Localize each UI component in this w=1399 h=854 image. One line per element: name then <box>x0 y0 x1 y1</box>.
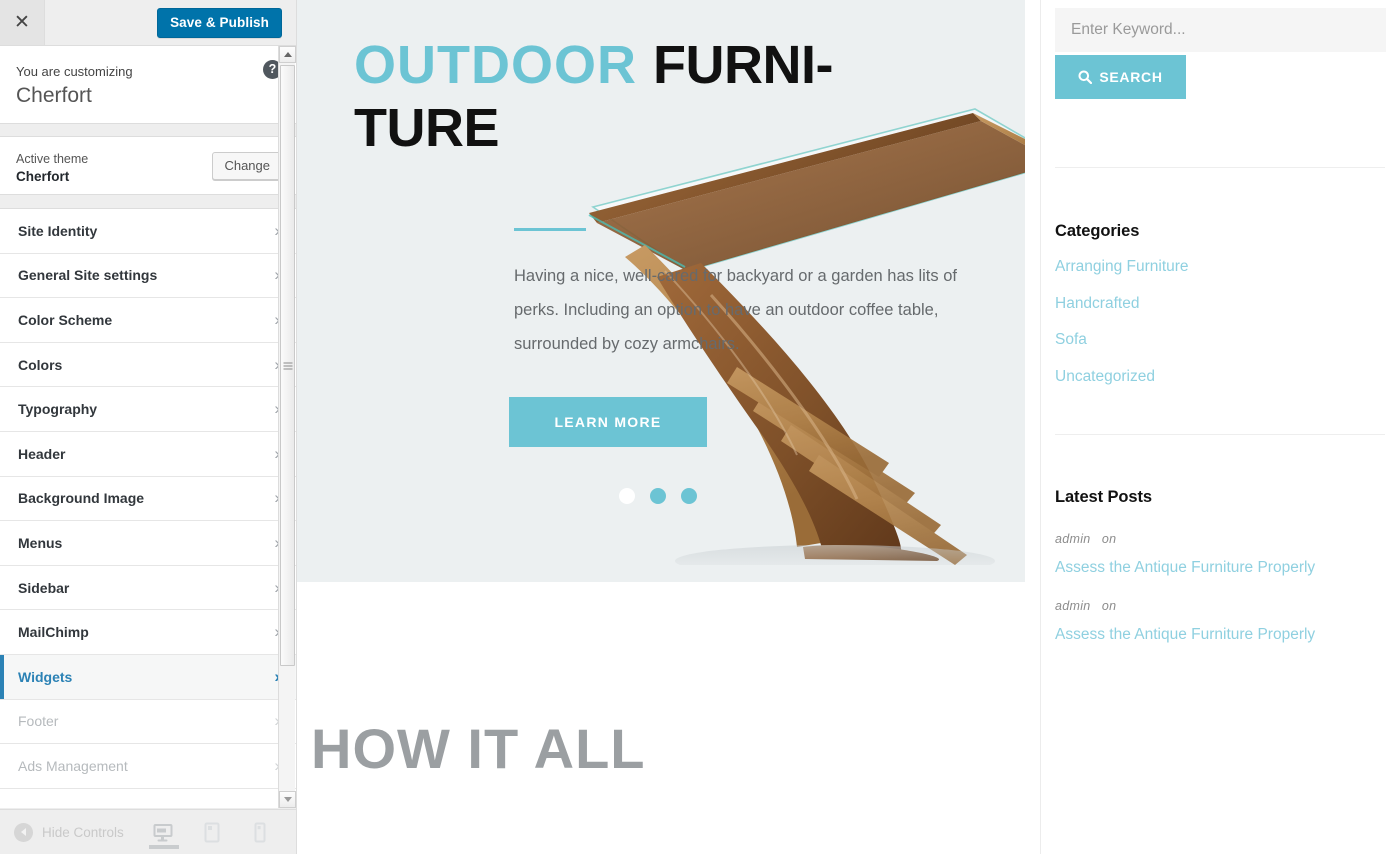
category-link[interactable]: Handcrafted <box>1055 295 1385 314</box>
post-meta: admin on <box>1055 599 1385 613</box>
sidebar-item-menus[interactable]: Menus › <box>0 521 296 566</box>
hide-controls-label: Hide Controls <box>42 824 124 840</box>
post-title-link[interactable]: Assess the Antique Furniture Properly <box>1055 559 1385 578</box>
customizing-label: You are customizing <box>16 64 133 79</box>
category-link[interactable]: Arranging Furniture <box>1055 258 1385 277</box>
search-icon <box>1078 70 1093 84</box>
hero-description: Having a nice, well-cared for backyard o… <box>514 267 957 353</box>
sidebar-item-label: Ads Management <box>18 757 128 774</box>
sidebar-widgets: SEARCH Categories Arranging Furniture Ha… <box>1040 0 1399 854</box>
sidebar-item-label: Widgets <box>18 668 73 685</box>
post-author: admin <box>1055 598 1091 613</box>
category-link[interactable]: Sofa <box>1055 331 1385 350</box>
sidebar-item-label: General Site settings <box>18 267 158 284</box>
search-input[interactable] <box>1055 8 1386 52</box>
list-item: admin on Assess the Antique Furniture Pr… <box>1055 532 1385 578</box>
sidebar-item-color-scheme[interactable]: Color Scheme › <box>0 298 296 343</box>
customizer-screen: ✕ Save & Publish You are customizing Che… <box>0 0 1399 854</box>
sidebar-item-label: Sidebar <box>18 579 70 596</box>
panel-scrollbar[interactable] <box>278 46 296 808</box>
save-and-publish-button[interactable]: Save & Publish <box>157 8 282 38</box>
scrollbar-thumb[interactable] <box>280 65 295 666</box>
sidebar-item-sidebar[interactable]: Sidebar › <box>0 565 296 611</box>
sidebar-item-footer[interactable]: Footer › <box>0 699 296 745</box>
change-theme-button[interactable]: Change <box>212 152 282 180</box>
sidebar-item-colors[interactable]: Colors › <box>0 342 296 388</box>
sidebar-item-label: Colors <box>18 356 63 373</box>
sidebar-item-ads-management[interactable]: Ads Management › <box>0 744 296 789</box>
sidebar-item-label: Footer <box>18 713 59 730</box>
post-meta-connector: on <box>1101 532 1117 547</box>
slider-dot-2[interactable] <box>650 488 666 504</box>
list-item: admin on Assess the Antique Furniture Pr… <box>1055 599 1385 645</box>
active-theme-section: Active theme Cherfort Change <box>0 137 296 195</box>
sidebar-item-label: Menus <box>18 534 63 551</box>
sidebar-item-label: Header <box>18 445 66 462</box>
hide-controls-button[interactable]: Hide Controls <box>0 822 124 842</box>
categories-widget: Categories Arranging Furniture Handcraft… <box>1055 222 1385 386</box>
sidebar-item-site-identity[interactable]: Site Identity › <box>0 209 296 254</box>
slider-dot-1[interactable] <box>619 488 635 504</box>
post-meta: admin on <box>1055 532 1385 546</box>
post-title-link[interactable]: Assess the Antique Furniture Properly <box>1055 626 1385 645</box>
widget-divider-1 <box>1055 167 1385 168</box>
mobile-preview-icon[interactable] <box>248 818 272 848</box>
search-widget: SEARCH <box>1055 8 1386 99</box>
sidebar-item-label: Color Scheme <box>18 311 113 328</box>
page-title: Cherfort <box>16 83 92 107</box>
panel-gap-2 <box>0 195 296 209</box>
sidebar-item-label: Background Image <box>18 490 145 507</box>
sidebar-item-general-site-settings[interactable]: General Site settings › <box>0 253 296 299</box>
section-heading: HOW IT ALL <box>311 717 646 780</box>
scrollbar-grip-icon <box>283 362 292 369</box>
scroll-up-arrow-icon[interactable] <box>279 46 296 63</box>
sidebar-item-background-image[interactable]: Background Image › <box>0 476 296 522</box>
customizing-header: You are customizing Cherfort ? <box>0 46 296 124</box>
slider-dot-3[interactable] <box>681 488 697 504</box>
hero-slider: OUTDOOR FURNI-TURE Having a nice, well-c… <box>297 0 1025 582</box>
sidebar-item-header[interactable]: Header › <box>0 431 296 477</box>
post-meta-connector: on <box>1101 598 1117 613</box>
categories-list: Arranging Furniture Handcrafted Sofa Unc… <box>1055 258 1385 386</box>
customizer-footer: Hide Controls <box>0 809 296 854</box>
sidebar-item-typography[interactable]: Typography › <box>0 387 296 432</box>
post-author: admin <box>1055 532 1091 547</box>
customizer-header: ✕ Save & Publish <box>0 0 296 46</box>
customizer-panel: ✕ Save & Publish You are customizing Che… <box>0 0 297 854</box>
customizer-body: You are customizing Cherfort ? Active th… <box>0 46 296 808</box>
slider-dots <box>619 488 697 504</box>
latest-posts-title: Latest Posts <box>1055 488 1152 507</box>
site-preview-frame: OUTDOOR FURNI-TURE Having a nice, well-c… <box>297 0 1399 854</box>
desktop-preview-icon[interactable] <box>149 818 179 849</box>
category-link[interactable]: Uncategorized <box>1055 368 1385 387</box>
tablet-preview-icon[interactable] <box>200 818 224 848</box>
sidebar-item-label: Typography <box>18 401 98 418</box>
collapse-arrow-icon <box>14 822 33 842</box>
search-button[interactable]: SEARCH <box>1055 55 1186 99</box>
hero-title-accent: OUTDOOR <box>354 35 653 95</box>
categories-title: Categories <box>1055 222 1140 240</box>
widget-divider-2 <box>1055 434 1385 436</box>
hero-title: OUTDOOR FURNI-TURE <box>354 34 954 159</box>
scroll-down-arrow-icon[interactable] <box>279 791 296 808</box>
sidebar-item-label: MailChimp <box>18 624 89 641</box>
customizer-section-list: Site Identity › General Site settings › … <box>0 209 296 789</box>
latest-posts-widget: Latest Posts admin on Assess the Antique… <box>1055 488 1385 644</box>
panel-gap-1 <box>0 124 296 137</box>
device-preview-switcher <box>149 810 286 854</box>
learn-more-button[interactable]: LEARN MORE <box>509 397 707 447</box>
sidebar-item-label: Site Identity <box>18 222 98 239</box>
sidebar-item-mailchimp[interactable]: MailChimp › <box>0 610 296 655</box>
close-icon[interactable]: ✕ <box>0 0 45 45</box>
hero-divider-rule <box>514 228 586 231</box>
sidebar-item-widgets[interactable]: Widgets › <box>0 654 296 700</box>
search-button-label: SEARCH <box>1099 69 1163 85</box>
